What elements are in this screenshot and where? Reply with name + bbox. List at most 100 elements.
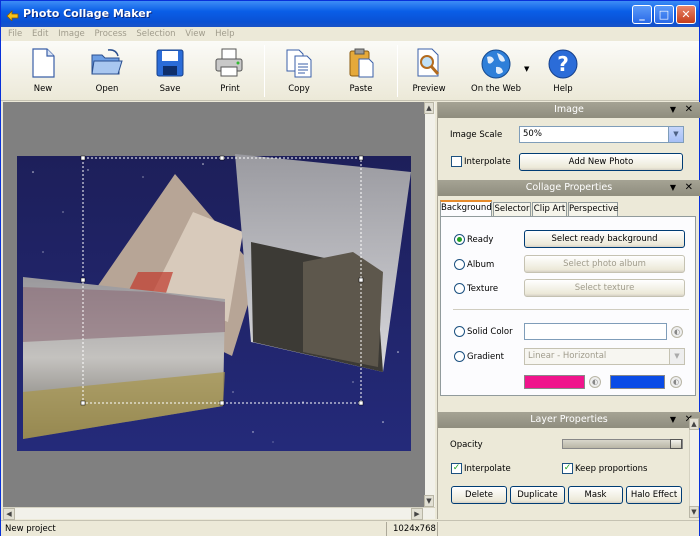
on-the-web-dropdown-arrow[interactable]: ▼: [524, 65, 529, 73]
menu-file[interactable]: File: [8, 27, 22, 41]
help-question-icon: ?: [548, 49, 578, 79]
preview-magnifier-icon: [417, 48, 440, 77]
gradient-label: Gradient: [467, 352, 504, 362]
add-new-photo-button[interactable]: Add New Photo: [519, 153, 683, 171]
status-project: New project: [5, 524, 56, 534]
app-arrow-icon: [6, 10, 19, 21]
paste-button[interactable]: Paste: [336, 45, 386, 97]
print-button[interactable]: Print: [205, 45, 255, 97]
ready-radio[interactable]: [454, 234, 465, 245]
svg-text:?: ?: [557, 52, 569, 76]
gradient-color-2-swatch[interactable]: [610, 375, 665, 389]
color-picker-icon[interactable]: ◐: [589, 376, 601, 388]
preview-button[interactable]: Preview: [404, 45, 454, 97]
collapse-arrow-icon[interactable]: ▼: [670, 412, 676, 428]
image-panel-header[interactable]: Image ▼ ✕: [438, 102, 700, 118]
keep-proportions-checkbox[interactable]: ✓: [562, 463, 573, 474]
status-divider: [437, 522, 438, 536]
collapse-arrow-icon[interactable]: ▼: [670, 180, 676, 196]
album-radio[interactable]: [454, 259, 465, 270]
dropdown-arrow-icon[interactable]: ▼: [669, 349, 684, 364]
color-picker-icon[interactable]: ◐: [670, 376, 682, 388]
image-scale-select[interactable]: 50% ▼: [519, 126, 684, 143]
status-bar: New project 1024x768: [1, 520, 699, 536]
toolbar-separator: [397, 45, 398, 97]
menu-bar: File Edit Image Process Selection View H…: [1, 27, 699, 41]
keep-proportions-label: Keep proportions: [575, 464, 648, 474]
help-button[interactable]: ? Help: [538, 45, 588, 97]
solid-color-field[interactable]: [524, 323, 667, 340]
menu-process[interactable]: Process: [94, 27, 126, 41]
collage-panel-header[interactable]: Collage Properties ▼ ✕: [438, 180, 700, 196]
scroll-up-arrow[interactable]: ▲: [689, 418, 699, 430]
tab-selector[interactable]: Selector: [493, 202, 531, 216]
gradient-type-select[interactable]: Linear - Horizontal ▼: [524, 348, 685, 365]
toolbar: New Open Save Print Copy Paste Preview O…: [1, 41, 699, 101]
texture-radio[interactable]: [454, 283, 465, 294]
solid-color-radio[interactable]: [454, 326, 465, 337]
toolbar-separator: [264, 45, 265, 97]
layer-panel-header[interactable]: Layer Properties ▼ ✕: [438, 412, 700, 428]
copy-button[interactable]: Copy: [274, 45, 324, 97]
halo-effect-button[interactable]: Halo Effect: [626, 486, 682, 504]
dropdown-arrow-icon[interactable]: ▼: [668, 127, 683, 142]
scroll-up-arrow[interactable]: ▲: [424, 102, 434, 114]
tab-background[interactable]: Background: [440, 200, 492, 217]
scroll-left-arrow[interactable]: ◀: [3, 508, 15, 520]
texture-label: Texture: [467, 284, 499, 294]
panel-close-icon[interactable]: ✕: [685, 102, 693, 118]
open-button[interactable]: Open: [82, 45, 132, 97]
panel-close-icon[interactable]: ✕: [685, 180, 693, 196]
title-bar: Photo Collage Maker _ □ ✕: [1, 1, 699, 27]
scroll-down-arrow[interactable]: ▼: [424, 495, 434, 507]
layer-interpolate-label: Interpolate: [464, 464, 511, 474]
menu-image[interactable]: Image: [58, 27, 85, 41]
image-scale-label: Image Scale: [450, 130, 503, 140]
app-window: Photo Collage Maker _ □ ✕ File Edit Imag…: [0, 0, 700, 536]
paste-clipboard-icon: [349, 48, 374, 78]
gradient-color-1-swatch[interactable]: [524, 375, 585, 389]
globe-icon: [481, 49, 511, 79]
duplicate-button[interactable]: Duplicate: [510, 486, 565, 504]
maximize-button[interactable]: □: [654, 5, 674, 24]
collage-canvas-area[interactable]: [3, 102, 435, 507]
mask-button[interactable]: Mask: [568, 486, 623, 504]
select-ready-background-button[interactable]: Select ready background: [524, 230, 685, 248]
menu-edit[interactable]: Edit: [32, 27, 48, 41]
menu-help[interactable]: Help: [215, 27, 234, 41]
delete-button[interactable]: Delete: [451, 486, 507, 504]
background-tab-content: Ready Select ready background Album Sele…: [440, 216, 696, 396]
tab-clip-art[interactable]: Clip Art: [532, 202, 567, 216]
window-title: Photo Collage Maker: [23, 7, 152, 20]
minimize-button[interactable]: _: [632, 5, 652, 24]
scroll-down-arrow[interactable]: ▼: [689, 506, 699, 518]
open-folder-icon: [91, 49, 123, 75]
vertical-scrollbar[interactable]: ▲ ▼: [424, 102, 435, 507]
horizontal-scrollbar[interactable]: ◀ ▶: [3, 507, 435, 520]
image-interpolate-label: Interpolate: [464, 157, 511, 167]
solid-color-label: Solid Color: [467, 327, 513, 337]
opacity-slider-thumb[interactable]: [670, 439, 682, 449]
on-the-web-button[interactable]: On the Web: [467, 45, 525, 97]
collage-canvas[interactable]: [3, 102, 435, 507]
new-button[interactable]: New: [18, 45, 68, 97]
collapse-arrow-icon[interactable]: ▼: [670, 102, 676, 118]
save-button[interactable]: Save: [145, 45, 195, 97]
select-photo-album-button[interactable]: Select photo album: [524, 255, 685, 273]
close-button[interactable]: ✕: [676, 5, 696, 24]
opacity-slider[interactable]: [562, 439, 683, 449]
select-texture-button[interactable]: Select texture: [524, 279, 685, 297]
scroll-right-arrow[interactable]: ▶: [411, 508, 423, 520]
photo-building-facade: [303, 252, 383, 367]
color-picker-icon[interactable]: ◐: [671, 326, 683, 338]
gradient-radio[interactable]: [454, 351, 465, 362]
tab-perspective[interactable]: Perspective: [568, 202, 618, 216]
layer-panel-scrollbar[interactable]: ▲ ▼: [689, 418, 699, 518]
menu-view[interactable]: View: [185, 27, 205, 41]
menu-selection[interactable]: Selection: [136, 27, 175, 41]
layer-interpolate-checkbox[interactable]: ✓: [451, 463, 462, 474]
printer-icon: [215, 48, 243, 77]
properties-panel: Image ▼ ✕ Image Scale 50% ▼ Interpolate …: [437, 102, 700, 519]
image-interpolate-checkbox[interactable]: [451, 156, 462, 167]
status-canvas-size: 1024x768: [393, 524, 436, 534]
